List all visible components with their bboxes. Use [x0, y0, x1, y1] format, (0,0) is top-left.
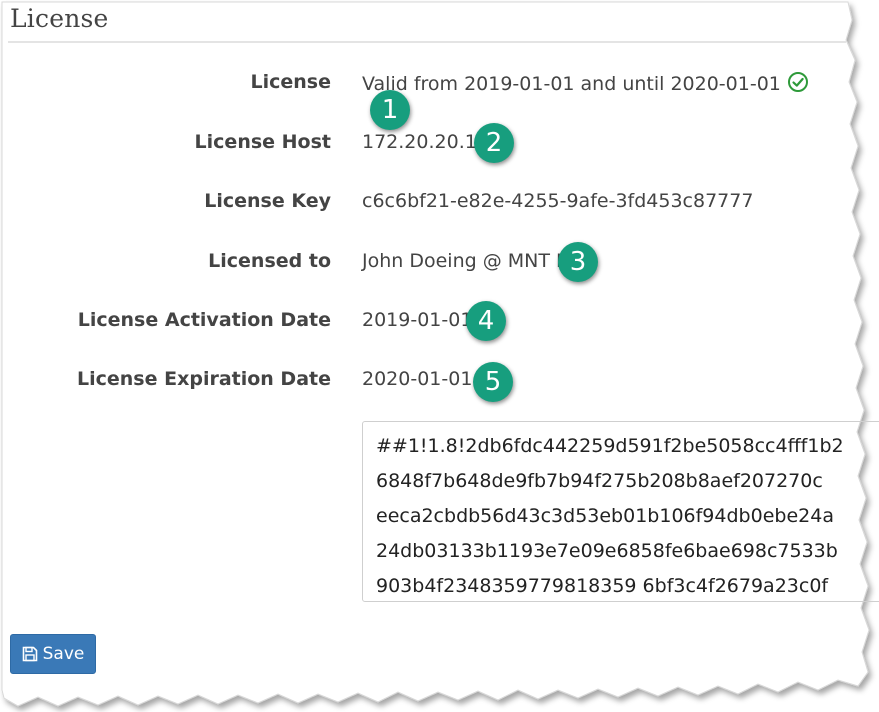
save-button[interactable]: Save [10, 634, 96, 674]
license-text-line: 6848f7b648de9fb7b94f275b208b8aef207270c [376, 470, 823, 492]
license-content: License License Valid from 2019-01-01 an… [0, 0, 879, 712]
save-button-label: Save [42, 644, 85, 664]
license-host-label: License Host [194, 131, 331, 153]
license-key-value: c6c6bf21-e82e-4255-9afe-3fd453c87777 [362, 190, 754, 212]
licensed-to-label: Licensed to [208, 250, 331, 272]
license-status-value: Valid from 2019-01-01 and until 2020-01-… [362, 71, 809, 98]
license-text-line: ##1!1.8!2db6fdc442259d591f2be5058cc4fff1… [376, 435, 844, 457]
license-label: License [250, 71, 332, 93]
expiration-date-label: License Expiration Date [77, 368, 331, 390]
panel-title: License [10, 4, 109, 33]
licensed-to-value: John Doeing @ MNT Ltd [362, 250, 587, 272]
annotation-badge-3: 3 [558, 242, 598, 282]
activation-date-value: 2019-01-01 [362, 309, 473, 331]
license-panel: License License Valid from 2019-01-01 an… [0, 0, 879, 712]
annotation-badge-1: 1 [370, 90, 410, 130]
annotation-badge-4: 4 [466, 301, 506, 341]
title-divider [8, 41, 846, 43]
license-status-text: Valid from 2019-01-01 and until 2020-01-… [362, 73, 781, 95]
floppy-disk-icon [22, 646, 38, 662]
check-circle-icon [787, 71, 809, 98]
license-key-label: License Key [204, 190, 331, 212]
expiration-date-value: 2020-01-01 [362, 368, 473, 390]
license-text-line: 903b4f2348359779818359 6bf3c4f2679a23c0f [376, 575, 829, 597]
annotation-badge-2: 2 [474, 123, 514, 163]
license-text-line: 24db03133b1193e7e09e6858fe6bae698c7533b [376, 540, 838, 562]
license-text-area[interactable]: ##1!1.8!2db6fdc442259d591f2be5058cc4fff1… [362, 421, 879, 602]
activation-date-label: License Activation Date [77, 309, 331, 331]
license-text-line: eeca2cbdb56d43c3d53eb01b106f94db0ebe24a [376, 505, 834, 527]
annotation-badge-5: 5 [473, 362, 513, 402]
license-host-value: 172.20.20.1 [362, 131, 477, 153]
